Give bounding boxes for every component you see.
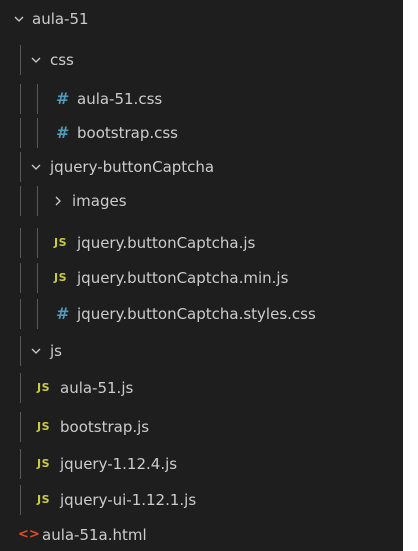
indent-guide	[20, 485, 21, 515]
tree-file-jquery-buttoncaptcha-js[interactable]: JS jquery.buttonCaptcha.js	[0, 228, 403, 258]
js-file-icon: JS	[37, 420, 51, 433]
indent-guide	[20, 336, 21, 366]
tree-item-label: jquery.buttonCaptcha.js	[77, 234, 256, 252]
tree-item-label: js	[50, 342, 62, 360]
indent-guide	[20, 373, 21, 403]
tree-item-label: jquery.buttonCaptcha.styles.css	[77, 305, 316, 323]
chevron-down-icon	[11, 4, 27, 34]
indent-guide	[20, 449, 21, 479]
tree-item-label: aula-51a.html	[42, 526, 147, 544]
indent-guide	[20, 186, 21, 216]
indent-guide	[37, 299, 38, 329]
indent-guide	[20, 263, 21, 293]
tree-item-label: bootstrap.js	[60, 418, 150, 436]
tree-item-label: jquery.buttonCaptcha.min.js	[77, 269, 289, 287]
js-file-icon: JS	[37, 381, 51, 394]
css-file-icon: #	[56, 89, 70, 108]
file-explorer: aula-51 css # aula-51.css # bootstrap.cs…	[0, 0, 403, 551]
tree-file-bootstrap-css[interactable]: # bootstrap.css	[0, 118, 403, 148]
tree-file-jquery-ui-1-12-1-js[interactable]: JS jquery-ui-1.12.1.js	[0, 485, 403, 515]
js-file-icon: JS	[54, 271, 68, 284]
tree-file-bootstrap-js[interactable]: JS bootstrap.js	[0, 412, 403, 442]
tree-file-jquery-buttoncaptcha-styles-css[interactable]: # jquery.buttonCaptcha.styles.css	[0, 299, 403, 329]
tree-file-jquery-buttoncaptcha-min-js[interactable]: JS jquery.buttonCaptcha.min.js	[0, 263, 403, 293]
chevron-down-icon	[28, 45, 44, 75]
indent-guide	[20, 152, 21, 182]
tree-folder-jquery-buttoncaptcha[interactable]: jquery-buttonCaptcha	[0, 152, 403, 182]
tree-item-label: aula-51.css	[77, 90, 163, 108]
indent-guide	[20, 412, 21, 442]
html-file-icon: <>	[18, 527, 40, 542]
indent-guide	[20, 118, 21, 148]
indent-guide	[20, 45, 21, 75]
tree-folder-js[interactable]: js	[0, 336, 403, 366]
tree-item-label: aula-51.js	[60, 379, 134, 397]
chevron-down-icon	[28, 152, 44, 182]
tree-item-label: css	[50, 51, 74, 69]
tree-item-label: jquery-ui-1.12.1.js	[60, 491, 197, 509]
indent-guide	[20, 228, 21, 258]
indent-guide	[20, 84, 21, 114]
tree-file-aula-51-js[interactable]: JS aula-51.js	[0, 373, 403, 403]
js-file-icon: JS	[37, 493, 51, 506]
js-file-icon: JS	[37, 457, 51, 470]
tree-folder-css[interactable]: css	[0, 45, 403, 75]
tree-item-label: jquery-1.12.4.js	[60, 455, 178, 473]
indent-guide	[20, 299, 21, 329]
tree-folder-aula-51[interactable]: aula-51	[0, 4, 403, 34]
tree-file-aula-51a-html[interactable]: <> aula-51a.html	[0, 520, 403, 550]
indent-guide	[37, 118, 38, 148]
indent-guide	[37, 84, 38, 114]
indent-guide	[37, 228, 38, 258]
css-file-icon: #	[56, 304, 70, 323]
tree-folder-images[interactable]: images	[0, 186, 403, 216]
tree-file-jquery-1-12-4-js[interactable]: JS jquery-1.12.4.js	[0, 449, 403, 479]
tree-item-label: bootstrap.css	[77, 124, 178, 142]
tree-item-label: jquery-buttonCaptcha	[50, 158, 215, 176]
indent-guide	[37, 186, 38, 216]
css-file-icon: #	[56, 123, 70, 142]
chevron-right-icon	[50, 186, 66, 216]
indent-guide	[37, 263, 38, 293]
js-file-icon: JS	[54, 236, 68, 249]
chevron-down-icon	[28, 336, 44, 366]
tree-item-label: images	[72, 192, 127, 210]
tree-item-label: aula-51	[32, 10, 89, 28]
tree-file-aula-51-css[interactable]: # aula-51.css	[0, 84, 403, 114]
